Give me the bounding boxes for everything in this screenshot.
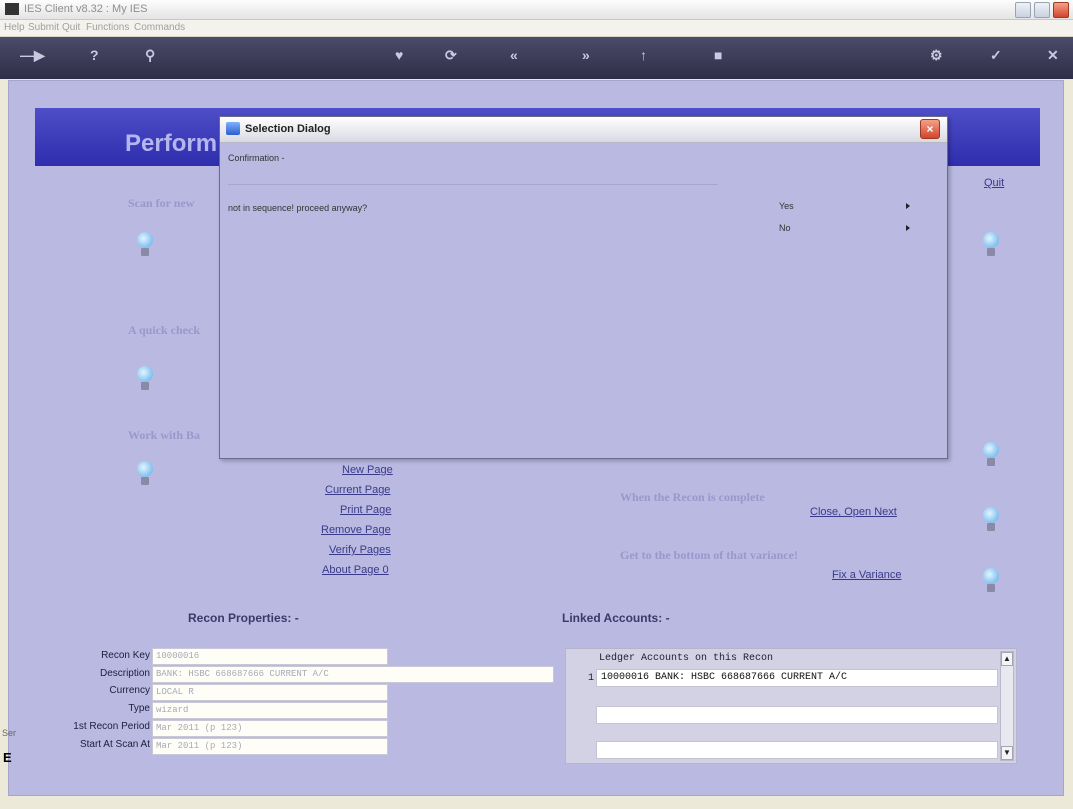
- minimize-button[interactable]: [1015, 2, 1031, 18]
- type-label: Type: [128, 703, 150, 714]
- new-page-link[interactable]: New Page: [342, 464, 393, 476]
- help-icon[interactable]: ?: [90, 47, 99, 63]
- search-icon[interactable]: ⚲: [145, 47, 155, 64]
- lightbulb-icon[interactable]: [982, 507, 1000, 533]
- ledger-header: Ledger Accounts on this Recon: [599, 653, 774, 664]
- fix-variance-link[interactable]: Fix a Variance: [832, 569, 902, 581]
- lightbulb-icon[interactable]: [982, 568, 1000, 594]
- currency-field[interactable]: LOCAL R: [152, 684, 388, 701]
- scroll-down-icon[interactable]: ▼: [1001, 746, 1013, 760]
- confirmation-label: Confirmation -: [228, 153, 285, 163]
- current-page-link[interactable]: Current Page: [325, 484, 390, 496]
- page-title: Perform: [125, 130, 218, 157]
- forward-icon[interactable]: »: [582, 47, 590, 63]
- lightbulb-icon[interactable]: [982, 232, 1000, 258]
- recon-complete-text: When the Recon is complete: [620, 490, 765, 504]
- selection-dialog: Selection Dialog × Confirmation - not in…: [219, 116, 948, 459]
- recon-labels: Recon Key Description Currency Type 1st …: [60, 648, 150, 778]
- option-no[interactable]: No: [779, 223, 791, 233]
- square-icon[interactable]: ■: [714, 47, 722, 63]
- row-index: 1: [588, 673, 595, 684]
- first-recon-period-field[interactable]: Mar 2011 (p 123): [152, 720, 388, 737]
- linked-accounts-title: Linked Accounts: -: [562, 611, 670, 625]
- menu-commands[interactable]: Commands: [134, 22, 185, 33]
- quit-link[interactable]: Quit: [984, 177, 1004, 189]
- recon-properties-title: Recon Properties: -: [188, 611, 299, 625]
- up-icon[interactable]: ↑: [640, 47, 647, 63]
- menu-functions[interactable]: Functions: [86, 22, 129, 33]
- taskbar-letter: E: [3, 750, 12, 765]
- about-page-link[interactable]: About Page 0: [322, 564, 389, 576]
- start-scan-label: Start At Scan At: [79, 739, 150, 750]
- refresh-icon[interactable]: ⟳: [445, 47, 457, 64]
- description-label: Description: [99, 668, 150, 679]
- dialog-app-icon: [226, 122, 240, 135]
- taskbar-hint: Ser: [2, 728, 17, 738]
- app-icon: [5, 3, 19, 15]
- table-row[interactable]: [596, 741, 998, 759]
- lightbulb-icon[interactable]: [136, 232, 154, 258]
- first-recon-period-label: 1st Recon Period: [73, 721, 150, 732]
- heart-icon[interactable]: ♥: [395, 47, 403, 63]
- section-work: Work with Ba: [128, 428, 201, 442]
- dialog-title-bar: Selection Dialog ×: [220, 117, 947, 143]
- check-icon[interactable]: ✓: [990, 47, 1002, 64]
- dialog-title: Selection Dialog: [245, 123, 331, 135]
- recon-key-field[interactable]: 10000016: [152, 648, 388, 665]
- remove-page-link[interactable]: Remove Page: [321, 524, 391, 536]
- lightbulb-icon[interactable]: [136, 461, 154, 487]
- variance-text: Get to the bottom of that variance!: [620, 548, 798, 562]
- menu-bar: Help Submit Quit Functions Commands: [0, 20, 1073, 37]
- scroll-up-icon[interactable]: ▲: [1001, 652, 1013, 666]
- recon-key-label: Recon Key: [101, 650, 150, 661]
- table-row[interactable]: [596, 706, 998, 724]
- menu-help[interactable]: Help: [4, 22, 25, 33]
- toolbar: —▶ ? ⚲ ♥ ⟳ « » ↑ ■ ⚙ ✓ ✕: [0, 37, 1073, 79]
- maximize-button[interactable]: [1034, 2, 1050, 18]
- close-open-next-link[interactable]: Close, Open Next: [810, 506, 897, 518]
- dialog-message: not in sequence! proceed anyway?: [228, 203, 368, 213]
- divider: [228, 184, 718, 185]
- close-icon[interactable]: ✕: [1047, 47, 1059, 64]
- table-row[interactable]: 10000016 BANK: HSBC 668687666 CURRENT A/…: [596, 669, 998, 687]
- close-window-button[interactable]: [1053, 2, 1069, 18]
- lightbulb-icon[interactable]: [982, 442, 1000, 468]
- section-scan: Scan for new: [128, 196, 195, 210]
- print-page-link[interactable]: Print Page: [340, 504, 391, 516]
- description-field[interactable]: BANK: HSBC 668687666 CURRENT A/C: [152, 666, 554, 683]
- close-icon[interactable]: ×: [920, 119, 940, 139]
- settings-icon[interactable]: ⚙: [930, 47, 943, 64]
- arrow-right-icon[interactable]: [906, 225, 910, 231]
- option-yes[interactable]: Yes: [779, 201, 794, 211]
- menu-quit[interactable]: Quit: [62, 22, 80, 33]
- scrollbar[interactable]: ▲ ▼: [1000, 651, 1014, 761]
- title-bar: IES Client v8.32 : My IES: [0, 0, 1073, 20]
- start-scan-field[interactable]: Mar 2011 (p 123): [152, 738, 388, 755]
- lightbulb-icon[interactable]: [136, 366, 154, 392]
- ledger-accounts-list[interactable]: Ledger Accounts on this Recon 1 10000016…: [565, 648, 1017, 764]
- menu-submit[interactable]: Submit: [28, 22, 59, 33]
- section-quick: A quick check: [128, 323, 201, 337]
- arrow-icon[interactable]: —▶: [20, 47, 45, 64]
- type-field[interactable]: wizard: [152, 702, 388, 719]
- verify-pages-link[interactable]: Verify Pages: [329, 544, 391, 556]
- currency-label: Currency: [109, 685, 150, 696]
- back-icon[interactable]: «: [510, 47, 518, 63]
- window-title: IES Client v8.32 : My IES: [24, 3, 148, 15]
- arrow-right-icon[interactable]: [906, 203, 910, 209]
